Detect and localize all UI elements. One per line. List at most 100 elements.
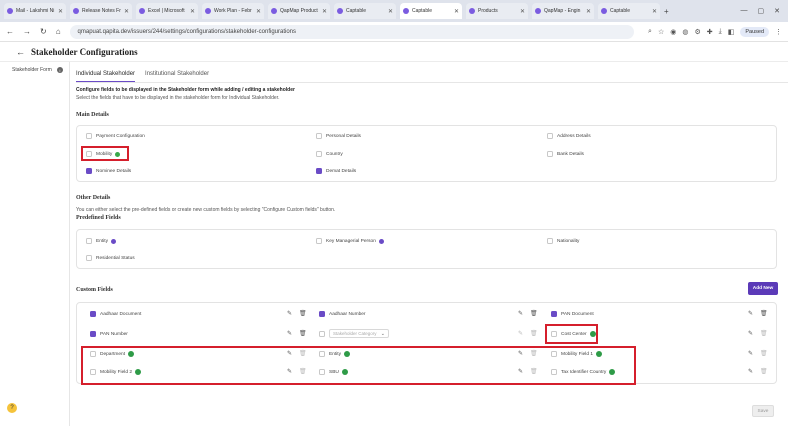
checkbox[interactable]: [316, 151, 322, 157]
field-nationality[interactable]: Nationality: [547, 238, 579, 244]
browser-tab[interactable]: Work Plan - Febr ✕: [202, 3, 264, 19]
tab-close-icon[interactable]: ✕: [520, 8, 525, 15]
save-button[interactable]: Save: [752, 405, 774, 417]
tab-close-icon[interactable]: ✕: [322, 8, 327, 15]
home-icon[interactable]: ⌂: [56, 27, 61, 36]
back-icon[interactable]: ←: [6, 27, 14, 36]
checkbox[interactable]: [86, 133, 92, 139]
field-key-managerial-person[interactable]: Key Managerial Person: [316, 238, 384, 244]
field-nominee-details[interactable]: Nominee Details: [86, 168, 131, 174]
reload-icon[interactable]: ↻: [40, 27, 47, 36]
field-residential-status[interactable]: Residential Status: [86, 255, 135, 261]
browser-tab-active[interactable]: Captable ✕: [400, 3, 462, 19]
checkbox[interactable]: [319, 331, 325, 337]
download-icon[interactable]: ⤓: [719, 28, 722, 36]
browser-tab[interactable]: Mail - Lakshmi Ni ✕: [4, 3, 66, 19]
trash-icon[interactable]: 🗑: [760, 330, 768, 337]
browser-tab[interactable]: Captable ✕: [598, 3, 660, 19]
profile-button[interactable]: Paused: [740, 26, 769, 37]
checkbox-checked[interactable]: [316, 168, 322, 174]
tab-close-icon[interactable]: ✕: [58, 8, 63, 15]
tab-close-icon[interactable]: ✕: [124, 8, 129, 15]
extensions-puzzle-icon[interactable]: ✚: [707, 28, 713, 36]
field-address-details[interactable]: Address Details: [547, 133, 591, 139]
edit-icon[interactable]: ✎: [748, 368, 753, 375]
highlight-box: [81, 146, 129, 161]
browser-tab[interactable]: Release Notes Fr ✕: [70, 3, 132, 19]
custom-field-pan-number[interactable]: PAN Number: [90, 331, 128, 337]
checkbox[interactable]: [316, 133, 322, 139]
browser-tab[interactable]: QapMap - Engin ✕: [532, 3, 594, 19]
field-label: Demat Details: [326, 168, 357, 174]
page-header: ← Stakeholder Configurations: [0, 42, 788, 62]
zoom-icon[interactable]: ⌕: [648, 28, 652, 36]
trash-icon[interactable]: 🗑: [299, 330, 307, 337]
checkbox[interactable]: [547, 151, 553, 157]
field-personal-details[interactable]: Personal Details: [316, 133, 361, 139]
browser-tab[interactable]: Products ✕: [466, 3, 528, 19]
tab-close-icon[interactable]: ✕: [256, 8, 261, 15]
trash-icon[interactable]: 🗑: [760, 368, 768, 375]
new-tab-icon[interactable]: +: [664, 7, 669, 16]
tab-close-icon[interactable]: ✕: [454, 8, 459, 15]
field-payment-configuration[interactable]: Payment Configuration: [86, 133, 145, 139]
trash-icon[interactable]: 🗑: [760, 350, 768, 357]
edit-icon[interactable]: ✎: [748, 310, 753, 317]
edit-icon[interactable]: ✎: [518, 330, 523, 337]
checkbox[interactable]: [547, 133, 553, 139]
field-label: Key Managerial Person: [326, 238, 376, 244]
tab-individual-stakeholder[interactable]: Individual Stakeholder: [76, 71, 136, 82]
checkbox-checked[interactable]: [90, 311, 96, 317]
browser-tab[interactable]: QapMap Product ✕: [268, 3, 330, 19]
close-window-icon[interactable]: ✕: [774, 7, 780, 15]
checkbox[interactable]: [316, 238, 322, 244]
browser-tab[interactable]: Excel | Microsoft ✕: [136, 3, 198, 19]
extension-icon[interactable]: ◉: [670, 28, 676, 36]
trash-icon[interactable]: 🗑: [530, 330, 538, 337]
add-new-button[interactable]: Add New: [748, 282, 778, 295]
maximize-icon[interactable]: ▢: [758, 7, 765, 15]
tab-institutional-stakeholder[interactable]: Institutional Stakeholder: [145, 71, 209, 82]
forward-icon[interactable]: →: [23, 27, 31, 36]
checkbox[interactable]: [547, 238, 553, 244]
sidepanel-icon[interactable]: ◧: [728, 28, 735, 36]
field-entity[interactable]: Entity: [86, 238, 116, 244]
custom-field-aadhaar-document[interactable]: Aadhaar Document: [90, 311, 141, 317]
field-country[interactable]: Country: [316, 151, 343, 157]
field-bank-details[interactable]: Bank Details: [547, 151, 584, 157]
checkbox-checked[interactable]: [90, 331, 96, 337]
extension-icon[interactable]: ◍: [682, 28, 688, 36]
extension-icon[interactable]: ⚙: [694, 28, 700, 36]
edit-icon[interactable]: ✎: [748, 330, 753, 337]
tab-label: Captable: [610, 8, 631, 14]
stakeholder-category-select[interactable]: Stakeholder Category ⌄: [329, 329, 389, 338]
browser-tab[interactable]: Captable ✕: [334, 3, 396, 19]
help-icon[interactable]: ?: [7, 403, 17, 413]
custom-field-pan-document[interactable]: PAN Document: [551, 311, 594, 317]
trash-icon[interactable]: 🗑: [760, 310, 768, 317]
checkbox-checked[interactable]: [86, 168, 92, 174]
field-demat-details[interactable]: Demat Details: [316, 168, 356, 174]
edit-icon[interactable]: ✎: [748, 350, 753, 357]
trash-icon[interactable]: 🗑: [530, 310, 538, 317]
back-arrow-icon[interactable]: ←: [16, 47, 25, 57]
checkbox-checked[interactable]: [551, 311, 557, 317]
url-field[interactable]: qmapuat.qapita.dev/issuers/244/settings/…: [69, 24, 635, 39]
edit-icon[interactable]: ✎: [287, 330, 292, 337]
bookmark-star-icon[interactable]: ☆: [658, 28, 664, 36]
main-details-card: [76, 125, 777, 182]
tab-close-icon[interactable]: ✕: [586, 8, 591, 15]
tab-close-icon[interactable]: ✕: [652, 8, 657, 15]
tab-close-icon[interactable]: ✕: [388, 8, 393, 15]
edit-icon[interactable]: ✎: [518, 310, 523, 317]
checkbox[interactable]: [86, 255, 92, 261]
edit-icon[interactable]: ✎: [287, 310, 292, 317]
checkbox-checked[interactable]: [319, 311, 325, 317]
browser-menu-icon[interactable]: ⋮: [775, 28, 782, 36]
sidebar-item-stakeholder-form[interactable]: Stakeholder Form i: [0, 62, 69, 78]
custom-field-aadhaar-number[interactable]: Aadhaar Number: [319, 311, 366, 317]
trash-icon[interactable]: 🗑: [299, 310, 307, 317]
minimize-icon[interactable]: —: [741, 7, 748, 15]
tab-close-icon[interactable]: ✕: [190, 8, 195, 15]
checkbox[interactable]: [86, 238, 92, 244]
